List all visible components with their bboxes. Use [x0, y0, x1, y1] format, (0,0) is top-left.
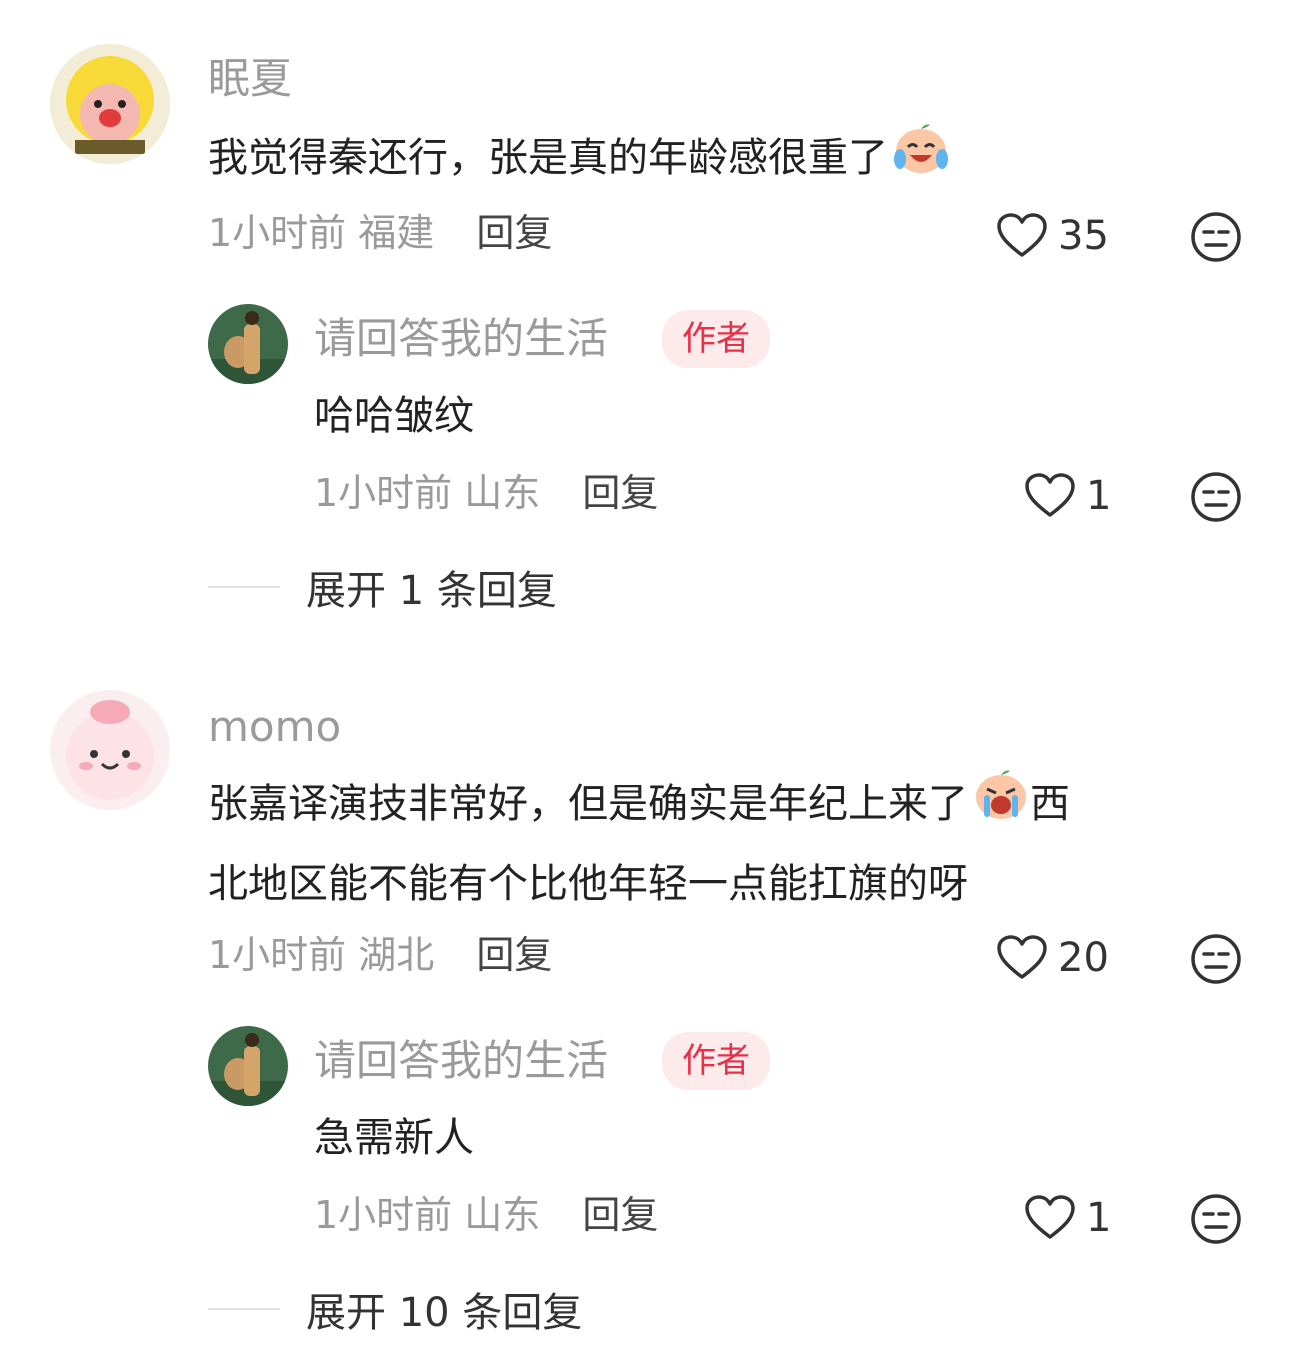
reply-time: 1小时前 [314, 471, 453, 515]
avatar[interactable] [50, 44, 170, 164]
comment-username[interactable]: 眠夏 [208, 58, 292, 100]
expand-replies-label: 展开 1 条回复 [306, 568, 557, 614]
comment-location: 湖北 [358, 933, 435, 977]
avatar-pink-blob-image [50, 690, 170, 810]
heart-icon [1025, 1195, 1075, 1239]
like-count: 1 [1086, 473, 1112, 519]
comment-item: momo 张嘉译演技非常好，但是确实是年纪上来了 西 北地区能不能有个比他年轻一点… [0, 640, 1290, 1340]
reply-text: 哈哈皱纹 [314, 393, 474, 439]
heart-icon [997, 213, 1047, 257]
dislike-button[interactable] [1190, 1193, 1242, 1249]
like-button[interactable]: 20 [996, 935, 1109, 981]
comment-time: 1小时前 [208, 211, 347, 255]
reply-text: 急需新人 [314, 1115, 474, 1161]
reply-location: 山东 [464, 1193, 541, 1237]
comment-text: 我觉得秦还行，张是真的年龄感很重了 [208, 120, 950, 200]
comment-text: 张嘉译演技非常好，但是确实是年纪上来了 西 北地区能不能有个比他年轻一点能扛旗的呀 [208, 766, 1070, 922]
comment-meta: 1小时前 福建 回复 [208, 214, 552, 252]
reply-meta: 1小时前 山东 回复 [314, 474, 658, 512]
comment-text-body: 我觉得秦还行，张是真的年龄感很重了 [208, 135, 888, 181]
unamused-face-icon [1191, 1194, 1241, 1244]
avatar[interactable] [50, 690, 170, 810]
comment-time: 1小时前 [208, 933, 347, 977]
crying-emoji-icon [972, 767, 1030, 846]
comment-username[interactable]: momo [208, 706, 341, 748]
author-tag: 作者 [662, 1032, 770, 1090]
reply-button[interactable]: 回复 [476, 933, 552, 977]
expand-replies-button[interactable]: 展开 10 条回复 [208, 1280, 582, 1338]
reply-avatar[interactable] [208, 1026, 288, 1106]
laugh-cry-emoji-icon [892, 121, 950, 200]
comment-meta: 1小时前 湖北 回复 [208, 936, 552, 974]
dislike-button[interactable] [1190, 471, 1242, 527]
author-tag: 作者 [662, 310, 770, 368]
reply-time: 1小时前 [314, 1193, 453, 1237]
unamused-face-icon [1191, 934, 1241, 984]
heart-icon [997, 935, 1047, 979]
reply-button[interactable]: 回复 [582, 471, 658, 515]
comment-text-body: 张嘉译演技非常好，但是确实是年纪上来了 [208, 781, 968, 827]
reply-avatar[interactable] [208, 304, 288, 384]
expand-replies-button[interactable]: 展开 1 条回复 [208, 558, 557, 616]
avatar-figure-image [208, 304, 288, 384]
unamused-face-icon [1191, 212, 1241, 262]
like-count: 1 [1086, 1195, 1112, 1241]
reply-location: 山东 [464, 471, 541, 515]
avatar-figure-image [208, 1026, 288, 1106]
like-count: 35 [1058, 213, 1109, 259]
avatar-duck-image [50, 44, 170, 164]
reply-button[interactable]: 回复 [476, 211, 552, 255]
like-button[interactable]: 35 [996, 213, 1109, 259]
like-count: 20 [1058, 935, 1109, 981]
like-button[interactable]: 1 [1024, 473, 1111, 519]
expand-replies-label: 展开 10 条回复 [306, 1290, 583, 1336]
comment-text-line2: 北地区能不能有个比他年轻一点能扛旗的呀 [208, 860, 968, 907]
reply-username[interactable]: 请回答我的生活 [314, 318, 608, 360]
heart-icon [1025, 473, 1075, 517]
reply-username[interactable]: 请回答我的生活 [314, 1040, 608, 1082]
reply-meta: 1小时前 山东 回复 [314, 1196, 658, 1234]
comment-location: 福建 [358, 211, 435, 255]
divider [208, 586, 280, 588]
divider [208, 1308, 280, 1310]
comment-item: 眠夏 我觉得秦还行，张是真的年龄感很重了 1小时前 福建 回复 35 请回答我的… [0, 0, 1290, 620]
dislike-button[interactable] [1190, 933, 1242, 989]
unamused-face-icon [1191, 472, 1241, 522]
reply-button[interactable]: 回复 [582, 1193, 658, 1237]
like-button[interactable]: 1 [1024, 1195, 1111, 1241]
dislike-button[interactable] [1190, 211, 1242, 267]
comment-text-tail: 西 [1030, 781, 1070, 827]
